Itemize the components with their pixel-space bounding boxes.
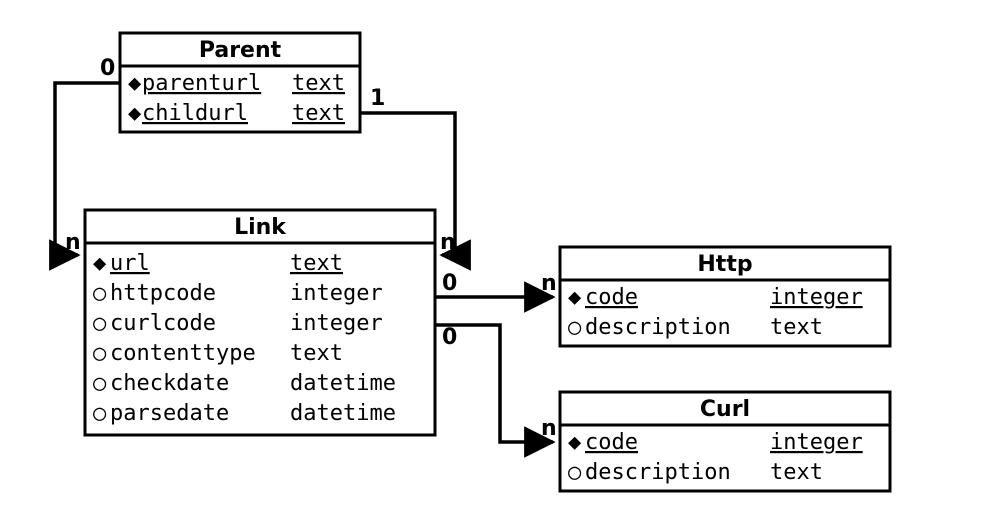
entity-parent-title: Parent — [199, 38, 282, 63]
attr-type: text — [292, 71, 345, 96]
attr-name: checkdate — [110, 371, 229, 396]
attr-type: datetime — [290, 371, 396, 396]
svg-text:◆: ◆ — [568, 430, 582, 455]
relation-link-curl: 0 n — [435, 325, 557, 442]
attr-type: text — [290, 251, 343, 276]
entity-curl: Curl ◆ code integer ○ description text — [560, 392, 890, 491]
er-diagram: Parent ◆ parenturl text ◆ childurl text … — [0, 0, 1000, 529]
attr-name: curlcode — [110, 311, 216, 336]
cardinality-label: n — [541, 416, 557, 441]
attr-name: parenturl — [142, 71, 261, 96]
attr-type: datetime — [290, 401, 396, 426]
attr-row: ○ description text — [568, 460, 823, 485]
attr-type: integer — [770, 285, 863, 310]
cardinality-label: 0 — [442, 271, 457, 296]
svg-text:○: ○ — [93, 401, 107, 426]
svg-text:○: ○ — [93, 281, 107, 306]
attr-name: parsedate — [110, 401, 229, 426]
svg-text:○: ○ — [93, 341, 107, 366]
attr-type: text — [290, 341, 343, 366]
entity-link: Link ◆ url text ○ httpcode integer ○ cur… — [85, 210, 435, 435]
attr-name: httpcode — [110, 281, 216, 306]
cardinality-label: n — [65, 230, 81, 255]
attr-name: url — [110, 251, 150, 276]
cardinality-label: n — [541, 271, 557, 296]
entity-parent: Parent ◆ parenturl text ◆ childurl text — [120, 33, 360, 132]
attr-name: contenttype — [110, 341, 256, 366]
cardinality-label: 0 — [100, 56, 115, 81]
attr-name: code — [585, 430, 638, 455]
entity-link-title: Link — [234, 215, 287, 240]
attr-name: description — [585, 315, 731, 340]
attr-row: ○ description text — [568, 315, 823, 340]
attr-type: text — [292, 101, 345, 126]
attr-row: ○ contenttype text — [93, 341, 343, 366]
entity-http-title: Http — [697, 252, 752, 277]
attr-name: description — [585, 460, 731, 485]
cardinality-label: 0 — [442, 325, 457, 350]
attr-type: text — [770, 315, 823, 340]
svg-text:○: ○ — [568, 315, 582, 340]
attr-row: ◆ parenturl text — [128, 71, 345, 96]
svg-text:◆: ◆ — [568, 285, 582, 310]
svg-text:○: ○ — [93, 371, 107, 396]
attr-type: integer — [290, 281, 383, 306]
svg-text:○: ○ — [568, 460, 582, 485]
attr-row: ◆ childurl text — [128, 101, 345, 126]
attr-type: text — [770, 460, 823, 485]
svg-text:◆: ◆ — [93, 251, 107, 276]
attr-name: code — [585, 285, 638, 310]
attr-type: integer — [770, 430, 863, 455]
svg-text:◆: ◆ — [128, 71, 142, 96]
entity-curl-title: Curl — [700, 397, 750, 422]
relation-link-http: 0 n — [435, 271, 557, 297]
attr-name: childurl — [142, 101, 248, 126]
svg-text:○: ○ — [93, 311, 107, 336]
cardinality-label: 1 — [370, 86, 385, 111]
entity-http: Http ◆ code integer ○ description text — [560, 247, 890, 346]
attr-type: integer — [290, 311, 383, 336]
svg-text:◆: ◆ — [128, 101, 142, 126]
cardinality-label: n — [440, 230, 456, 255]
